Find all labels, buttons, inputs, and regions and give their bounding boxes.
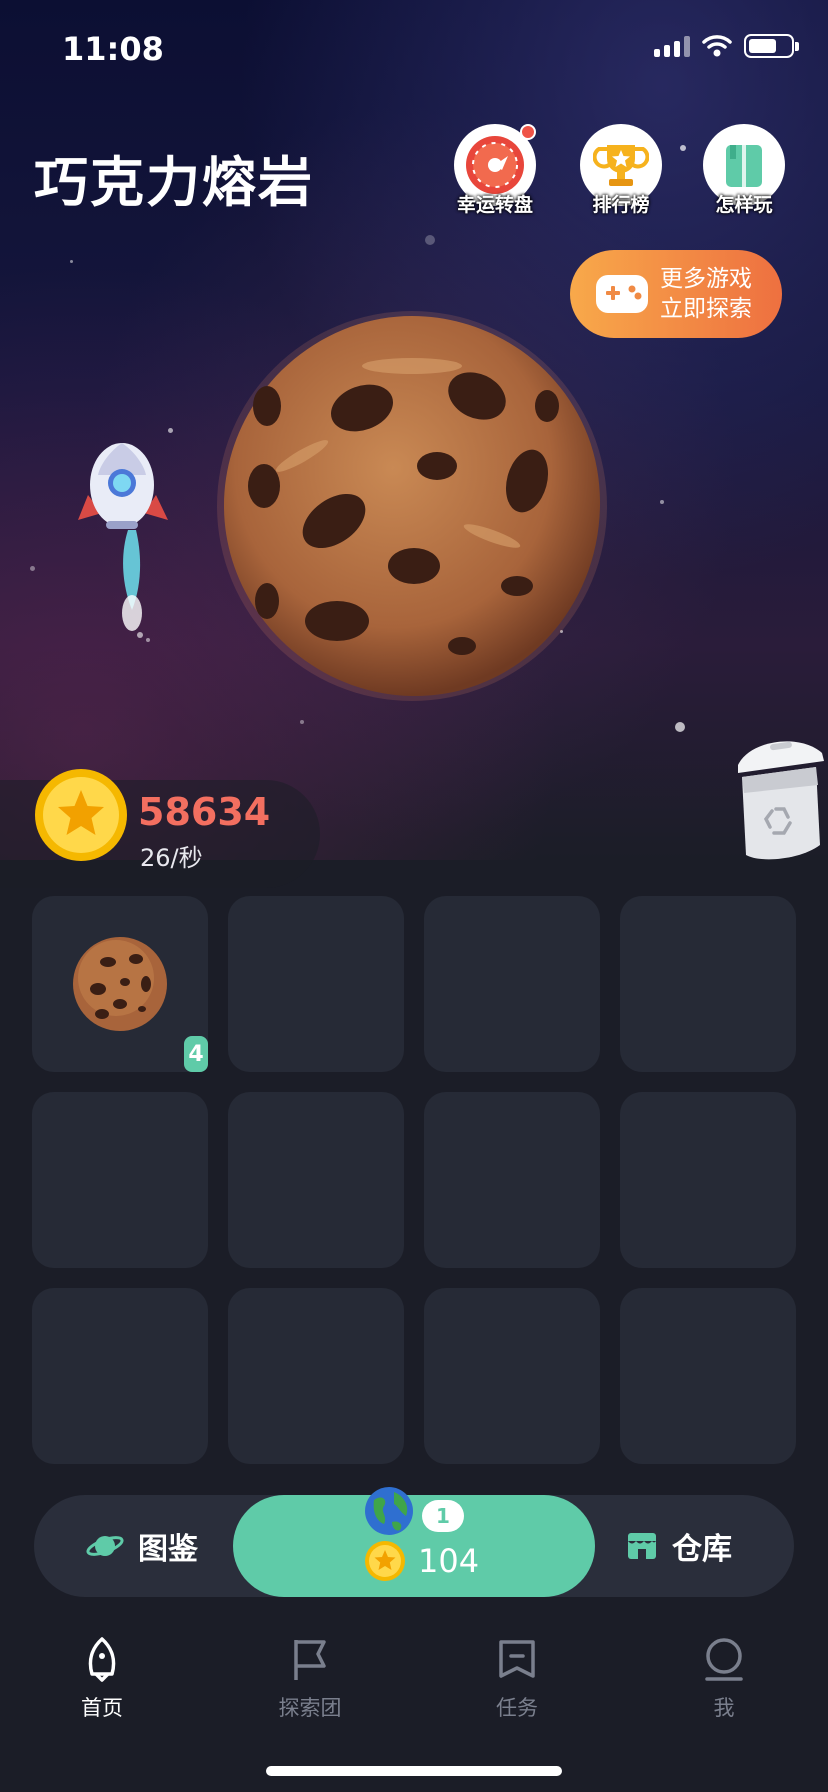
home-rocket-icon	[88, 1637, 116, 1682]
lucky-wheel-label: 幸运转盘	[456, 194, 533, 216]
home-indicator[interactable]	[266, 1766, 562, 1776]
tab-explore-team[interactable]: 探索团	[250, 1636, 370, 1722]
more-games-line1: 更多游戏	[660, 266, 752, 292]
status-time: 11:08	[62, 30, 164, 68]
store-icon	[628, 1533, 656, 1559]
grid-cell[interactable]	[620, 1092, 796, 1268]
grid-cell[interactable]	[424, 1288, 600, 1464]
cookie-planet-item[interactable]	[70, 934, 170, 1034]
battery-icon	[744, 34, 799, 58]
how-to-play-button[interactable]: 怎样玩	[694, 124, 794, 217]
tab-tasks[interactable]: 任务	[457, 1636, 577, 1722]
earth-icon	[365, 1487, 413, 1535]
task-icon	[499, 1640, 535, 1678]
book-icon	[726, 145, 762, 187]
coin-rate: 26/秒	[140, 844, 203, 872]
notification-dot	[520, 124, 536, 140]
grid-cell[interactable]	[228, 1288, 404, 1464]
cookie-planet[interactable]	[212, 306, 612, 706]
tab-home[interactable]: 首页	[42, 1636, 162, 1722]
buy-planet-button[interactable]	[233, 1495, 595, 1597]
signal-icon	[654, 35, 690, 57]
leaderboard-label: 排行榜	[592, 194, 650, 216]
trophy-icon	[593, 145, 649, 186]
buy-level-badge: 1	[422, 1500, 464, 1532]
rocket-icon	[78, 443, 168, 642]
wheel-icon	[466, 136, 524, 194]
buy-cost: 104	[418, 1542, 480, 1580]
item-level-badge: 4	[184, 1036, 208, 1072]
tab-me-label: 我	[713, 1696, 735, 1720]
grid-cell[interactable]	[424, 1092, 600, 1268]
wifi-icon	[702, 35, 732, 57]
planet-ring-icon	[86, 1536, 124, 1556]
tab-me[interactable]: 我	[664, 1636, 784, 1722]
profile-icon	[705, 1638, 743, 1681]
grid-cell[interactable]	[32, 1288, 208, 1464]
status-icons	[654, 34, 799, 58]
coin-icon	[35, 769, 127, 861]
flag-icon	[294, 1640, 326, 1680]
coin-icon	[365, 1541, 405, 1581]
more-games-line2: 立即探索	[660, 296, 752, 322]
how-to-play-label: 怎样玩	[715, 194, 773, 216]
catalog-label: 图鉴	[138, 1532, 198, 1567]
coin-total: 58634	[138, 790, 271, 834]
page-title: 巧克力熔岩	[34, 151, 314, 214]
leaderboard-button[interactable]: 排行榜	[571, 124, 671, 217]
grid-cell[interactable]	[424, 896, 600, 1072]
trash-icon[interactable]	[730, 735, 828, 865]
grid-cell[interactable]	[620, 1288, 796, 1464]
grid-cell[interactable]	[228, 896, 404, 1072]
warehouse-button[interactable]: 仓库	[626, 1495, 732, 1597]
grid-cell[interactable]: 4	[32, 896, 208, 1072]
tab-tasks-label: 任务	[496, 1696, 538, 1720]
merge-grid: 4	[32, 896, 796, 1464]
catalog-button[interactable]: 图鉴	[86, 1495, 198, 1597]
grid-cell[interactable]	[32, 1092, 208, 1268]
tab-home-label: 首页	[81, 1696, 123, 1720]
lucky-wheel-button[interactable]: 幸运转盘	[445, 124, 545, 217]
grid-cell[interactable]	[228, 1092, 404, 1268]
grid-cell[interactable]	[620, 896, 796, 1072]
warehouse-label: 仓库	[672, 1532, 732, 1567]
tab-explore-team-label: 探索团	[278, 1696, 342, 1720]
